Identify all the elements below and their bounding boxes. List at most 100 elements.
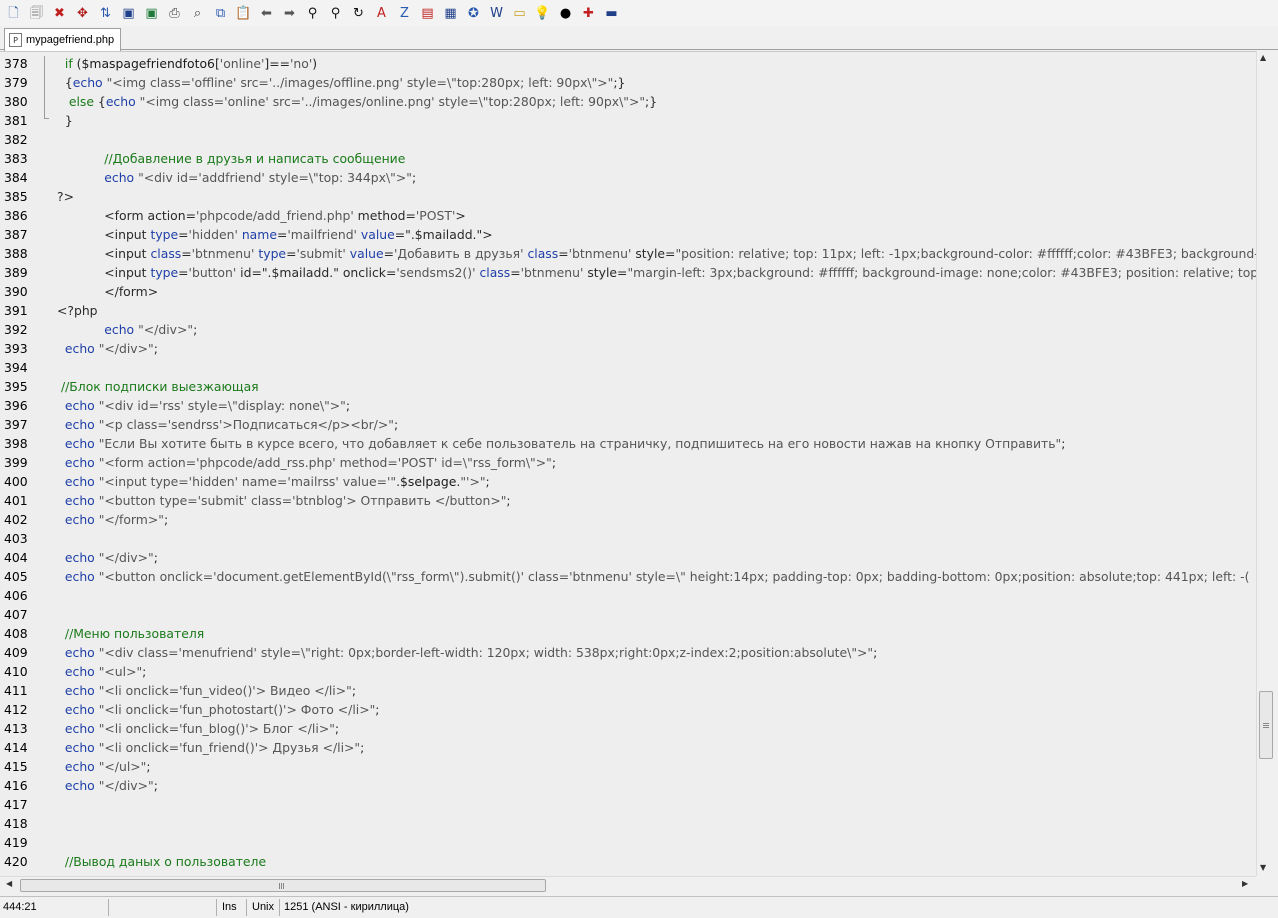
flag-uk-button[interactable]: ▦ xyxy=(439,2,462,24)
plus-button[interactable]: ✚ xyxy=(577,2,600,24)
code-line[interactable]: 408 //Меню пользователя xyxy=(0,624,1256,643)
word-button[interactable]: W xyxy=(485,2,508,24)
code-line[interactable]: 418 xyxy=(0,814,1256,833)
code-line[interactable]: 403 xyxy=(0,529,1256,548)
vertical-scrollbar[interactable]: ▲ ▼ xyxy=(1256,51,1278,876)
bulb-button[interactable]: 💡 xyxy=(531,2,554,24)
code-line[interactable]: 409 echo "<div class='menufriend' style=… xyxy=(0,643,1256,662)
code-line[interactable]: 383 //Добавление в друзья и написать соо… xyxy=(0,149,1256,168)
code-line[interactable]: 410 echo "<ul>"; xyxy=(0,662,1256,681)
code-text: echo "</div>"; xyxy=(57,776,158,795)
code-line[interactable]: 381 } xyxy=(0,111,1256,130)
code-line[interactable]: 414 echo "<li onclick='fun_friend()'> Др… xyxy=(0,738,1256,757)
code-line[interactable]: 407 xyxy=(0,605,1256,624)
replace-button[interactable]: ⚲ xyxy=(324,2,347,24)
code-line[interactable]: 415 echo "</ul>"; xyxy=(0,757,1256,776)
print-preview-button[interactable]: ⌕ xyxy=(186,2,209,24)
tab-mypagefriend[interactable]: P mypagefriend.php xyxy=(4,28,122,51)
code-line[interactable]: 390 </form> xyxy=(0,282,1256,301)
code-line[interactable]: 412 echo "<li onclick='fun_photostart()'… xyxy=(0,700,1256,719)
code-line[interactable]: 419 xyxy=(0,833,1256,852)
scroll-left-arrow-icon[interactable]: ◀ xyxy=(6,879,12,888)
code-line[interactable]: 400 echo "<input type='hidden' name='mai… xyxy=(0,472,1256,491)
code-line[interactable]: 420 //Вывод даных о пользователе xyxy=(0,852,1256,871)
code-token: ]== xyxy=(264,56,291,71)
code-line[interactable]: 388 <input class='btnmenu' type='submit'… xyxy=(0,244,1256,263)
code-line[interactable]: 402 echo "</form>"; xyxy=(0,510,1256,529)
code-line[interactable]: 382 xyxy=(0,130,1256,149)
horizontal-scroll-thumb[interactable] xyxy=(20,879,546,892)
vertical-scroll-thumb[interactable] xyxy=(1259,691,1273,759)
code-token: ; xyxy=(411,170,417,185)
copy-icon: ⧉ xyxy=(215,5,226,21)
paste-button[interactable]: 📋 xyxy=(232,2,255,24)
code-text: <input type='hidden' name='mailfriend' v… xyxy=(57,225,492,244)
refresh-button[interactable]: ↻ xyxy=(347,2,370,24)
line-number: 412 xyxy=(4,702,28,717)
code-line[interactable]: 405 echo "<button onclick='document.getE… xyxy=(0,567,1256,586)
code-line[interactable]: 396 echo "<div id='rss' style=\"display:… xyxy=(0,396,1256,415)
code-line[interactable]: 387 <input type='hidden' name='mailfrien… xyxy=(0,225,1256,244)
close-file-button[interactable]: ✖ xyxy=(48,2,71,24)
code-token: </form> xyxy=(57,284,159,299)
code-line[interactable]: 399 echo "<form action='phpcode/add_rss.… xyxy=(0,453,1256,472)
recode-button[interactable]: ⇅ xyxy=(94,2,117,24)
copy-file-button[interactable]: 🗐 xyxy=(25,2,48,24)
encoding[interactable]: 1251 (ANSI - кириллица) xyxy=(281,897,409,918)
circle-button[interactable]: ● xyxy=(554,2,577,24)
code-line[interactable]: 392 echo "</div>"; xyxy=(0,320,1256,339)
code-line[interactable]: 380 else {echo "<img class='online' src=… xyxy=(0,92,1256,111)
code-token: if xyxy=(64,56,73,71)
save-button[interactable]: ▣ xyxy=(117,2,140,24)
print-button[interactable]: ⎙ xyxy=(163,2,186,24)
code-line[interactable]: 391 <?php xyxy=(0,301,1256,320)
code-token: echo xyxy=(64,455,95,470)
open-folder-button[interactable]: ▭ xyxy=(508,2,531,24)
code-line[interactable]: 404 echo "</div>"; xyxy=(0,548,1256,567)
line-ending[interactable]: Unix xyxy=(249,897,274,918)
code-line[interactable]: 394 xyxy=(0,358,1256,377)
flag-ru-button[interactable]: ▤ xyxy=(416,2,439,24)
code-token: <input xyxy=(57,246,151,261)
horizontal-scrollbar[interactable]: ◀ ▶ xyxy=(0,876,1256,893)
code-token: 'POST' xyxy=(415,208,456,223)
code-line[interactable]: 401 echo "<button type='submit' class='b… xyxy=(0,491,1256,510)
code-line[interactable]: 395 //Блок подписки выезжающая xyxy=(0,377,1256,396)
spellcheck-button[interactable]: A xyxy=(370,2,393,24)
code-token: 'Добавить в друзья' xyxy=(394,246,524,261)
code-line[interactable]: 406 xyxy=(0,586,1256,605)
code-line[interactable]: 386 <form action='phpcode/add_friend.php… xyxy=(0,206,1256,225)
code-line[interactable]: 384 echo "<div id='addfriend' style=\"to… xyxy=(0,168,1256,187)
code-editor[interactable]: 378 if ($maspagefriendfoto6['online']=='… xyxy=(0,51,1256,876)
code-line[interactable]: 397 echo "<p class='sendrss'>Подписаться… xyxy=(0,415,1256,434)
find-button[interactable]: ⚲ xyxy=(301,2,324,24)
code-line[interactable]: 398 echo "Если Вы хотите быть в курсе вс… xyxy=(0,434,1256,453)
code-line[interactable]: 411 echo "<li onclick='fun_video()'> Вид… xyxy=(0,681,1256,700)
forward-button[interactable]: ➡ xyxy=(278,2,301,24)
code-token: //Вывод даных о пользователе xyxy=(64,854,267,869)
insert-mode[interactable]: Ins xyxy=(219,897,237,918)
scroll-right-arrow-icon[interactable]: ▶ xyxy=(1242,879,1248,888)
sort-button[interactable]: Z xyxy=(393,2,416,24)
code-line[interactable]: 413 echo "<li onclick='fun_blog()'> Блог… xyxy=(0,719,1256,738)
code-token: echo xyxy=(64,569,95,584)
scroll-down-arrow-icon[interactable]: ▼ xyxy=(1260,863,1266,872)
scroll-up-arrow-icon[interactable]: ▲ xyxy=(1260,53,1266,62)
code-token: ; xyxy=(146,759,151,774)
move-button[interactable]: ✥ xyxy=(71,2,94,24)
code-line[interactable]: 385 ?> xyxy=(0,187,1256,206)
code-token: ;} xyxy=(613,75,626,90)
code-line[interactable]: 416 echo "</div>"; xyxy=(0,776,1256,795)
options-button[interactable]: ✪ xyxy=(462,2,485,24)
code-line[interactable]: 378 if ($maspagefriendfoto6['online']=='… xyxy=(0,54,1256,73)
save-all-button[interactable]: ▣ xyxy=(140,2,163,24)
code-line[interactable]: 379 {echo "<img class='offline' src='../… xyxy=(0,73,1256,92)
code-line[interactable]: 393 echo "</div>"; xyxy=(0,339,1256,358)
minus-button[interactable]: ▬ xyxy=(600,2,623,24)
back-button[interactable]: ⬅ xyxy=(255,2,278,24)
code-line[interactable]: 389 <input type='button' id=".$mailadd."… xyxy=(0,263,1256,282)
new-file-button[interactable]: 🗋 xyxy=(2,2,25,24)
copy-button[interactable]: ⧉ xyxy=(209,2,232,24)
code-line[interactable]: 417 xyxy=(0,795,1256,814)
